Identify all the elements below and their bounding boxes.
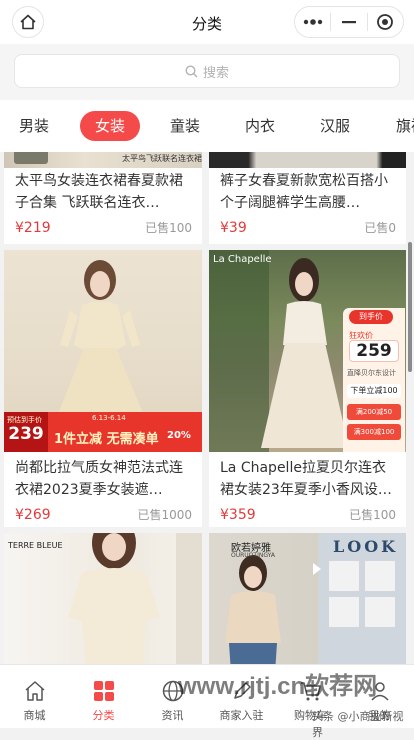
product-image: TERRE BLEUE [4, 533, 202, 664]
brand-subtext: OURUOTINGYA [231, 552, 275, 559]
product-card[interactable]: 裤子女春夏新款宽松百搭小个子阔腿裤学生高腰… ¥39 已售0 [209, 152, 406, 244]
tab-underwear[interactable]: 内衣 [230, 111, 290, 141]
product-name: 太平鸟女装连衣裙春夏款裙子合集 飞跃联名连衣… [15, 173, 183, 211]
tab-menswear[interactable]: 男装 [4, 111, 64, 141]
sold-count: 已售1000 [137, 508, 192, 522]
promo-text: 1件立减 无需凑单 [54, 432, 159, 447]
product-card[interactable]: 欧若婷雅 OURUOTINGYA LOOK [209, 533, 406, 664]
blouse-illustration [68, 533, 202, 664]
product-name: 裤子女春夏新款宽松百搭小个子阔腿裤学生高腰… [220, 173, 388, 211]
minimize-button[interactable] [331, 7, 366, 37]
product-image [209, 152, 406, 168]
image-caption: 太平鸟飞跃联名连衣裙 [122, 154, 202, 163]
product-price: ¥359 [220, 507, 256, 523]
nav-label: 商家入驻 [219, 709, 264, 722]
grid-icon [93, 681, 114, 701]
coupon: 满300减100 [347, 424, 401, 440]
product-price: ¥219 [15, 220, 51, 236]
product-image: 欧若婷雅 OURUOTINGYA LOOK [209, 533, 406, 664]
tab-qipao[interactable]: 旗袍 [381, 111, 414, 141]
sold-count: 已售100 [349, 508, 396, 522]
look-text: LOOK [333, 537, 399, 556]
search-icon [185, 64, 198, 77]
promo-date: 6.13-6.14 [92, 414, 126, 422]
promo-banner: 预估到手价 239 6.13-6.14 1件立减 无需凑单 20% [4, 412, 202, 452]
product-price: ¥39 [220, 220, 247, 236]
more-dots-icon [303, 19, 322, 25]
top-bar: 分类 [0, 0, 414, 44]
minus-icon [341, 21, 356, 24]
more-button[interactable] [295, 7, 330, 37]
promo-text: 下单立减100 [347, 384, 401, 398]
promo-discount: 20% [167, 430, 191, 441]
nav-category[interactable]: 分类 [69, 665, 138, 728]
scrollbar[interactable] [408, 242, 412, 372]
product-card[interactable]: 太平鸟飞跃联名连衣裙 太平鸟女装连衣裙春夏款裙子合集 飞跃联名连衣… ¥219 … [4, 152, 202, 244]
close-button[interactable] [368, 7, 403, 37]
watermark: www.rjtj.cn软荐网 [178, 673, 378, 700]
promo-price: 239 [8, 424, 44, 444]
product-card[interactable]: 预估到手价 239 6.13-6.14 1件立减 无需凑单 20% 尚都比拉气质… [4, 250, 202, 527]
promo-price: 259 [349, 340, 399, 362]
tab-kidswear[interactable]: 童装 [155, 111, 215, 141]
product-card[interactable]: TERRE BLEUE [4, 533, 202, 664]
product-name: 尚都比拉气质女神范法式连衣裙2023夏季女装遮… [15, 460, 183, 498]
nav-mall[interactable]: 商城 [0, 665, 69, 728]
tab-hanfu[interactable]: 汉服 [305, 111, 365, 141]
product-image: 太平鸟飞跃联名连衣裙 [4, 152, 202, 168]
product-image: 预估到手价 239 6.13-6.14 1件立减 无需凑单 20% [4, 250, 202, 452]
product-price: ¥269 [15, 507, 51, 523]
search-area: 搜索 [0, 44, 414, 100]
promo-tag: 到手价 [349, 310, 393, 324]
nav-label: 分类 [92, 709, 115, 722]
watermark-sub: 头条 @小商业新视界 [312, 710, 404, 739]
search-placeholder: 搜索 [202, 65, 229, 81]
category-tabs: 男装 女装 童装 内衣 汉服 旗袍 [0, 100, 414, 152]
product-grid: 太平鸟飞跃联名连衣裙 太平鸟女装连衣裙春夏款裙子合集 飞跃联名连衣… ¥219 … [0, 152, 414, 664]
product-image: La Chapelle 到手价 狂欢价 259 直降贝尔东设计 下单立减100 … [209, 250, 406, 452]
search-input[interactable]: 搜索 [14, 54, 400, 88]
sold-count: 已售0 [364, 221, 396, 235]
product-card[interactable]: La Chapelle 到手价 狂欢价 259 直降贝尔东设计 下单立减100 … [209, 250, 406, 527]
product-name: La Chapelle拉夏贝尔连衣裙女装23年夏季小香风设… [220, 460, 392, 498]
brand-text: La Chapelle [213, 254, 272, 265]
mini-program-capsule [294, 6, 404, 38]
tab-womenswear[interactable]: 女装 [80, 111, 141, 141]
brand-text: TERRE BLEUE [8, 541, 63, 550]
home-icon [25, 681, 44, 701]
target-icon [377, 14, 394, 30]
promo-panel: 到手价 狂欢价 259 直降贝尔东设计 下单立减100 满200减50 满300… [343, 308, 405, 452]
nav-label: 商城 [23, 709, 46, 722]
promo-text: 直降贝尔东设计 [347, 369, 396, 377]
sold-count: 已售100 [145, 221, 192, 235]
coupon: 满200减50 [347, 404, 401, 420]
nav-label: 资讯 [161, 709, 184, 722]
